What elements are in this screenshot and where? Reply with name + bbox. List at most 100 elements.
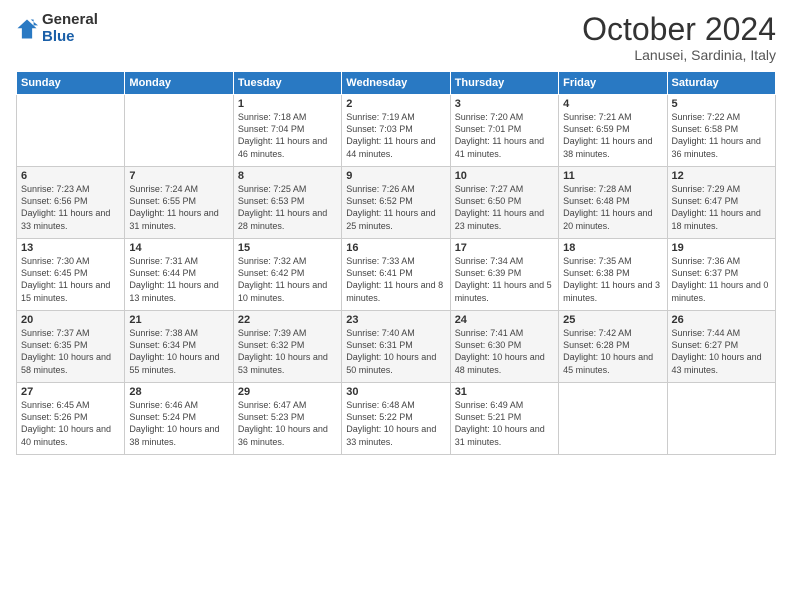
day-number: 18 xyxy=(563,242,662,254)
day-cell: 30Sunrise: 6:48 AMSunset: 5:22 PMDayligh… xyxy=(342,383,450,455)
day-number: 20 xyxy=(21,314,120,326)
day-detail: Sunrise: 7:44 AMSunset: 6:27 PMDaylight:… xyxy=(672,327,771,376)
day-number: 7 xyxy=(129,170,228,182)
day-cell: 19Sunrise: 7:36 AMSunset: 6:37 PMDayligh… xyxy=(667,239,775,311)
day-number: 26 xyxy=(672,314,771,326)
day-detail: Sunrise: 7:35 AMSunset: 6:38 PMDaylight:… xyxy=(563,255,662,304)
day-cell xyxy=(17,95,125,167)
day-cell: 29Sunrise: 6:47 AMSunset: 5:23 PMDayligh… xyxy=(233,383,341,455)
day-number: 28 xyxy=(129,386,228,398)
day-detail: Sunrise: 6:46 AMSunset: 5:24 PMDaylight:… xyxy=(129,399,228,448)
day-detail: Sunrise: 6:45 AMSunset: 5:26 PMDaylight:… xyxy=(21,399,120,448)
day-cell: 11Sunrise: 7:28 AMSunset: 6:48 PMDayligh… xyxy=(559,167,667,239)
day-cell xyxy=(125,95,233,167)
day-cell: 8Sunrise: 7:25 AMSunset: 6:53 PMDaylight… xyxy=(233,167,341,239)
day-cell: 23Sunrise: 7:40 AMSunset: 6:31 PMDayligh… xyxy=(342,311,450,383)
day-cell: 28Sunrise: 6:46 AMSunset: 5:24 PMDayligh… xyxy=(125,383,233,455)
header-row: SundayMondayTuesdayWednesdayThursdayFrid… xyxy=(17,72,776,95)
logo-blue: Blue xyxy=(42,29,98,46)
day-number: 1 xyxy=(238,98,337,110)
day-number: 12 xyxy=(672,170,771,182)
day-number: 16 xyxy=(346,242,445,254)
day-detail: Sunrise: 7:37 AMSunset: 6:35 PMDaylight:… xyxy=(21,327,120,376)
day-number: 27 xyxy=(21,386,120,398)
day-cell: 2Sunrise: 7:19 AMSunset: 7:03 PMDaylight… xyxy=(342,95,450,167)
day-number: 31 xyxy=(455,386,554,398)
main-title: October 2024 xyxy=(582,12,776,47)
page: General Blue October 2024 Lanusei, Sardi… xyxy=(0,0,792,612)
day-detail: Sunrise: 7:33 AMSunset: 6:41 PMDaylight:… xyxy=(346,255,445,304)
day-cell: 27Sunrise: 6:45 AMSunset: 5:26 PMDayligh… xyxy=(17,383,125,455)
day-cell: 14Sunrise: 7:31 AMSunset: 6:44 PMDayligh… xyxy=(125,239,233,311)
day-detail: Sunrise: 7:23 AMSunset: 6:56 PMDaylight:… xyxy=(21,183,120,232)
day-number: 10 xyxy=(455,170,554,182)
day-detail: Sunrise: 7:20 AMSunset: 7:01 PMDaylight:… xyxy=(455,111,554,160)
day-cell: 7Sunrise: 7:24 AMSunset: 6:55 PMDaylight… xyxy=(125,167,233,239)
day-number: 19 xyxy=(672,242,771,254)
col-header-saturday: Saturday xyxy=(667,72,775,95)
day-cell: 21Sunrise: 7:38 AMSunset: 6:34 PMDayligh… xyxy=(125,311,233,383)
subtitle: Lanusei, Sardinia, Italy xyxy=(582,47,776,63)
header: General Blue October 2024 Lanusei, Sardi… xyxy=(16,12,776,63)
day-detail: Sunrise: 7:31 AMSunset: 6:44 PMDaylight:… xyxy=(129,255,228,304)
day-detail: Sunrise: 6:47 AMSunset: 5:23 PMDaylight:… xyxy=(238,399,337,448)
day-detail: Sunrise: 7:41 AMSunset: 6:30 PMDaylight:… xyxy=(455,327,554,376)
day-cell: 6Sunrise: 7:23 AMSunset: 6:56 PMDaylight… xyxy=(17,167,125,239)
day-number: 17 xyxy=(455,242,554,254)
day-number: 3 xyxy=(455,98,554,110)
day-cell: 26Sunrise: 7:44 AMSunset: 6:27 PMDayligh… xyxy=(667,311,775,383)
day-detail: Sunrise: 7:32 AMSunset: 6:42 PMDaylight:… xyxy=(238,255,337,304)
day-cell: 9Sunrise: 7:26 AMSunset: 6:52 PMDaylight… xyxy=(342,167,450,239)
logo: General Blue xyxy=(16,12,98,45)
week-row-4: 20Sunrise: 7:37 AMSunset: 6:35 PMDayligh… xyxy=(17,311,776,383)
day-detail: Sunrise: 7:42 AMSunset: 6:28 PMDaylight:… xyxy=(563,327,662,376)
day-cell: 16Sunrise: 7:33 AMSunset: 6:41 PMDayligh… xyxy=(342,239,450,311)
day-number: 21 xyxy=(129,314,228,326)
day-number: 25 xyxy=(563,314,662,326)
day-cell: 22Sunrise: 7:39 AMSunset: 6:32 PMDayligh… xyxy=(233,311,341,383)
day-cell: 10Sunrise: 7:27 AMSunset: 6:50 PMDayligh… xyxy=(450,167,558,239)
day-detail: Sunrise: 7:18 AMSunset: 7:04 PMDaylight:… xyxy=(238,111,337,160)
day-number: 2 xyxy=(346,98,445,110)
day-cell: 1Sunrise: 7:18 AMSunset: 7:04 PMDaylight… xyxy=(233,95,341,167)
col-header-monday: Monday xyxy=(125,72,233,95)
day-number: 6 xyxy=(21,170,120,182)
day-detail: Sunrise: 7:38 AMSunset: 6:34 PMDaylight:… xyxy=(129,327,228,376)
day-detail: Sunrise: 7:36 AMSunset: 6:37 PMDaylight:… xyxy=(672,255,771,304)
day-number: 22 xyxy=(238,314,337,326)
day-detail: Sunrise: 7:19 AMSunset: 7:03 PMDaylight:… xyxy=(346,111,445,160)
day-number: 24 xyxy=(455,314,554,326)
day-detail: Sunrise: 7:22 AMSunset: 6:58 PMDaylight:… xyxy=(672,111,771,160)
col-header-wednesday: Wednesday xyxy=(342,72,450,95)
day-cell: 15Sunrise: 7:32 AMSunset: 6:42 PMDayligh… xyxy=(233,239,341,311)
day-number: 8 xyxy=(238,170,337,182)
week-row-2: 6Sunrise: 7:23 AMSunset: 6:56 PMDaylight… xyxy=(17,167,776,239)
day-cell: 20Sunrise: 7:37 AMSunset: 6:35 PMDayligh… xyxy=(17,311,125,383)
day-detail: Sunrise: 7:25 AMSunset: 6:53 PMDaylight:… xyxy=(238,183,337,232)
day-detail: Sunrise: 7:24 AMSunset: 6:55 PMDaylight:… xyxy=(129,183,228,232)
week-row-3: 13Sunrise: 7:30 AMSunset: 6:45 PMDayligh… xyxy=(17,239,776,311)
col-header-tuesday: Tuesday xyxy=(233,72,341,95)
day-detail: Sunrise: 7:39 AMSunset: 6:32 PMDaylight:… xyxy=(238,327,337,376)
col-header-friday: Friday xyxy=(559,72,667,95)
day-detail: Sunrise: 7:27 AMSunset: 6:50 PMDaylight:… xyxy=(455,183,554,232)
day-number: 13 xyxy=(21,242,120,254)
logo-text: General Blue xyxy=(42,12,98,45)
day-detail: Sunrise: 7:26 AMSunset: 6:52 PMDaylight:… xyxy=(346,183,445,232)
day-number: 14 xyxy=(129,242,228,254)
day-number: 15 xyxy=(238,242,337,254)
day-cell: 24Sunrise: 7:41 AMSunset: 6:30 PMDayligh… xyxy=(450,311,558,383)
day-number: 23 xyxy=(346,314,445,326)
day-detail: Sunrise: 6:48 AMSunset: 5:22 PMDaylight:… xyxy=(346,399,445,448)
day-number: 5 xyxy=(672,98,771,110)
day-number: 30 xyxy=(346,386,445,398)
day-cell: 31Sunrise: 6:49 AMSunset: 5:21 PMDayligh… xyxy=(450,383,558,455)
day-cell: 12Sunrise: 7:29 AMSunset: 6:47 PMDayligh… xyxy=(667,167,775,239)
day-cell: 4Sunrise: 7:21 AMSunset: 6:59 PMDaylight… xyxy=(559,95,667,167)
day-cell: 25Sunrise: 7:42 AMSunset: 6:28 PMDayligh… xyxy=(559,311,667,383)
day-number: 9 xyxy=(346,170,445,182)
logo-icon xyxy=(16,18,38,40)
day-cell xyxy=(667,383,775,455)
day-number: 4 xyxy=(563,98,662,110)
day-cell: 17Sunrise: 7:34 AMSunset: 6:39 PMDayligh… xyxy=(450,239,558,311)
